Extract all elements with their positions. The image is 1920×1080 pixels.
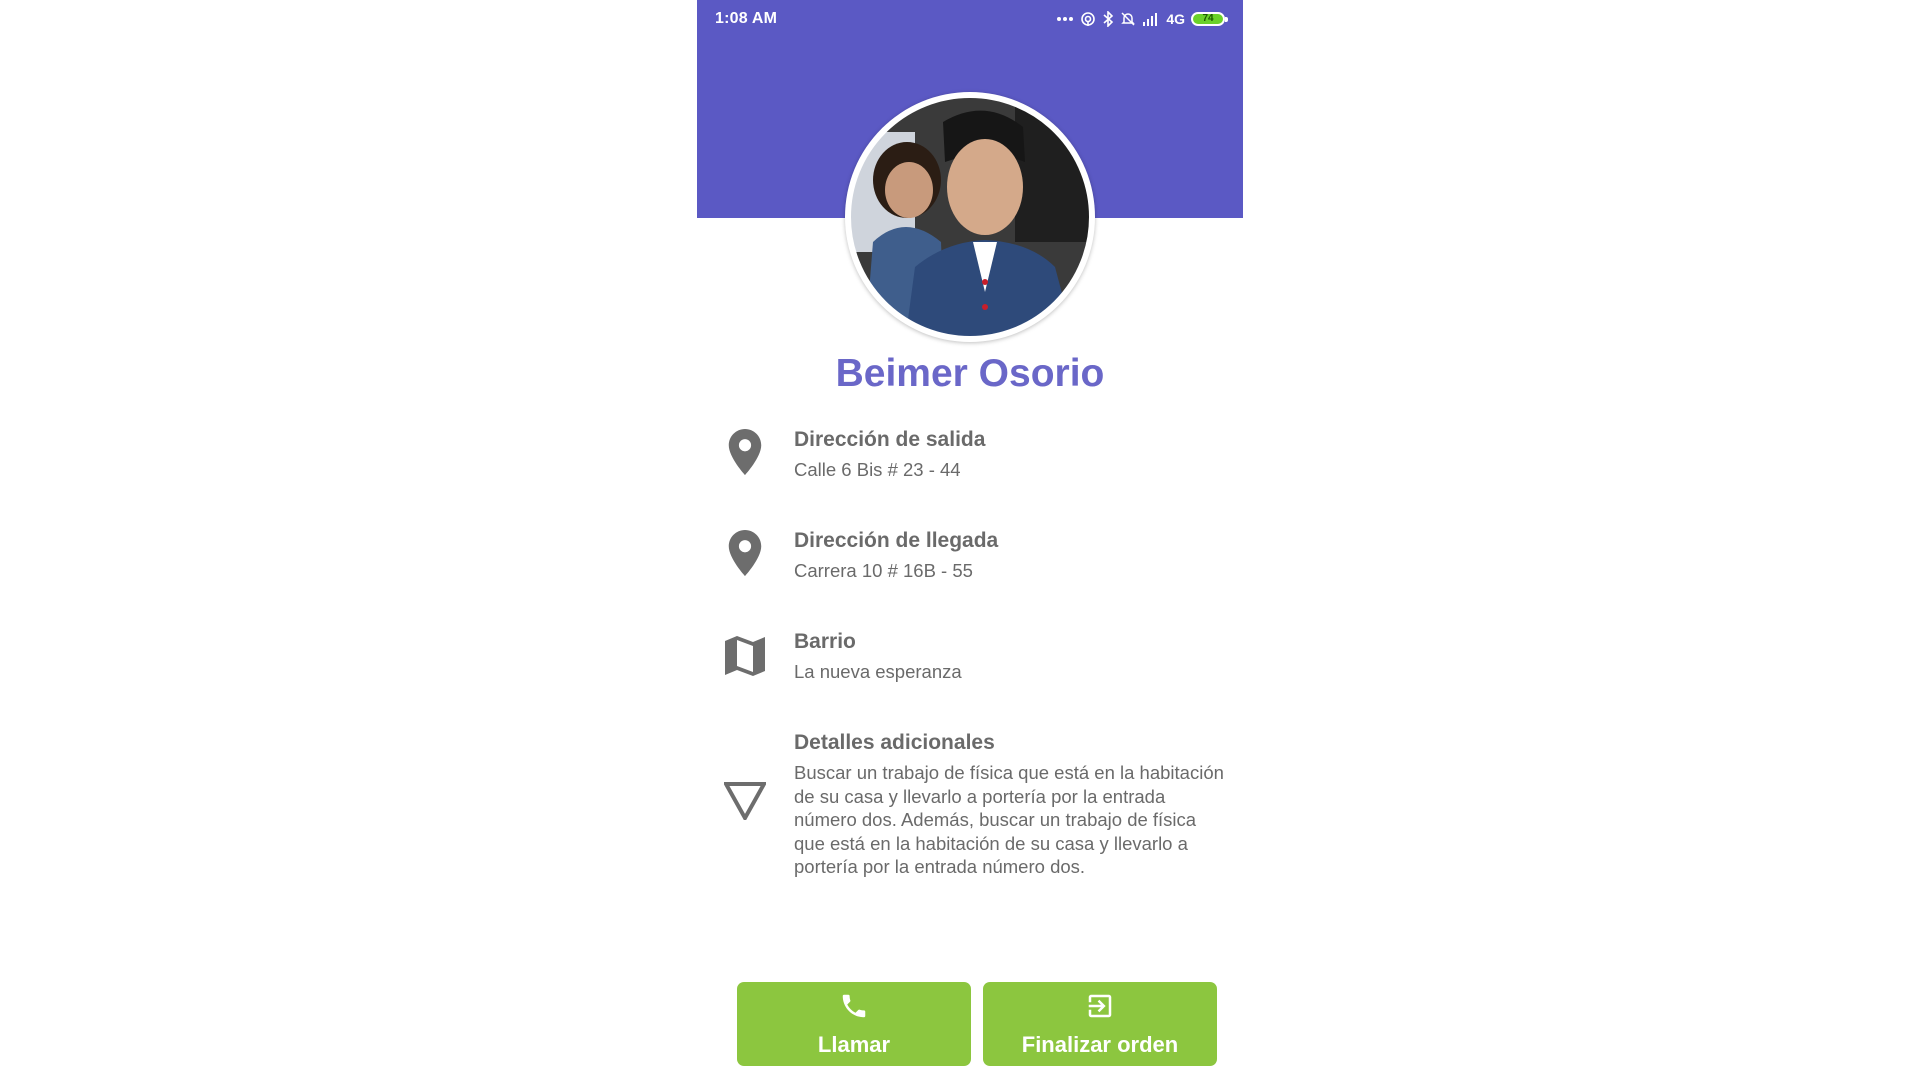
- signal-icon: [1142, 12, 1160, 26]
- call-button-label: Llamar: [817, 1031, 891, 1057]
- call-button[interactable]: Llamar: [737, 982, 971, 1066]
- screen: 1:08 AM 4G 74 Beimer Osorio Dirección de…: [0, 0, 1920, 1080]
- location-pin-icon: [721, 428, 769, 476]
- location-pin-icon: [721, 529, 769, 577]
- triangle-down-icon: [721, 777, 769, 825]
- detail-title: Detalles adicionales: [794, 731, 995, 754]
- map-icon: [721, 632, 769, 680]
- finish-order-button[interactable]: Finalizar orden: [983, 982, 1217, 1066]
- finish-order-button-label: Finalizar orden: [1021, 1031, 1179, 1057]
- detail-value: Carrera 10 # 16B - 55: [794, 560, 973, 581]
- more-dots-icon: [1056, 16, 1074, 22]
- exit-to-app-icon: [1085, 991, 1115, 1026]
- battery-level: 74: [1202, 13, 1214, 24]
- detail-title: Dirección de salida: [794, 428, 986, 451]
- status-icons: 4G 74: [1056, 9, 1228, 29]
- detail-title: Dirección de llegada: [794, 529, 999, 552]
- status-time: 1:08 AM: [715, 10, 778, 27]
- bluetooth-icon: [1102, 11, 1114, 27]
- status-bar: 1:08 AM 4G 74: [697, 0, 1243, 40]
- hotspot-icon: [1080, 11, 1096, 27]
- battery-icon: 74: [1191, 12, 1228, 26]
- phone-screen: 1:08 AM 4G 74 Beimer Osorio Dirección de…: [697, 0, 1243, 1080]
- network-type: 4G: [1166, 11, 1185, 27]
- profile-avatar: [845, 92, 1095, 342]
- alarm-off-icon: [1120, 11, 1136, 27]
- detail-title: Barrio: [794, 630, 856, 653]
- phone-icon: [839, 991, 869, 1026]
- detail-value: Calle 6 Bis # 23 - 44: [794, 459, 961, 480]
- detail-value: Buscar un trabajo de física que está en …: [794, 762, 1224, 877]
- detail-value: La nueva esperanza: [794, 661, 962, 682]
- profile-name: Beimer Osorio: [835, 352, 1105, 395]
